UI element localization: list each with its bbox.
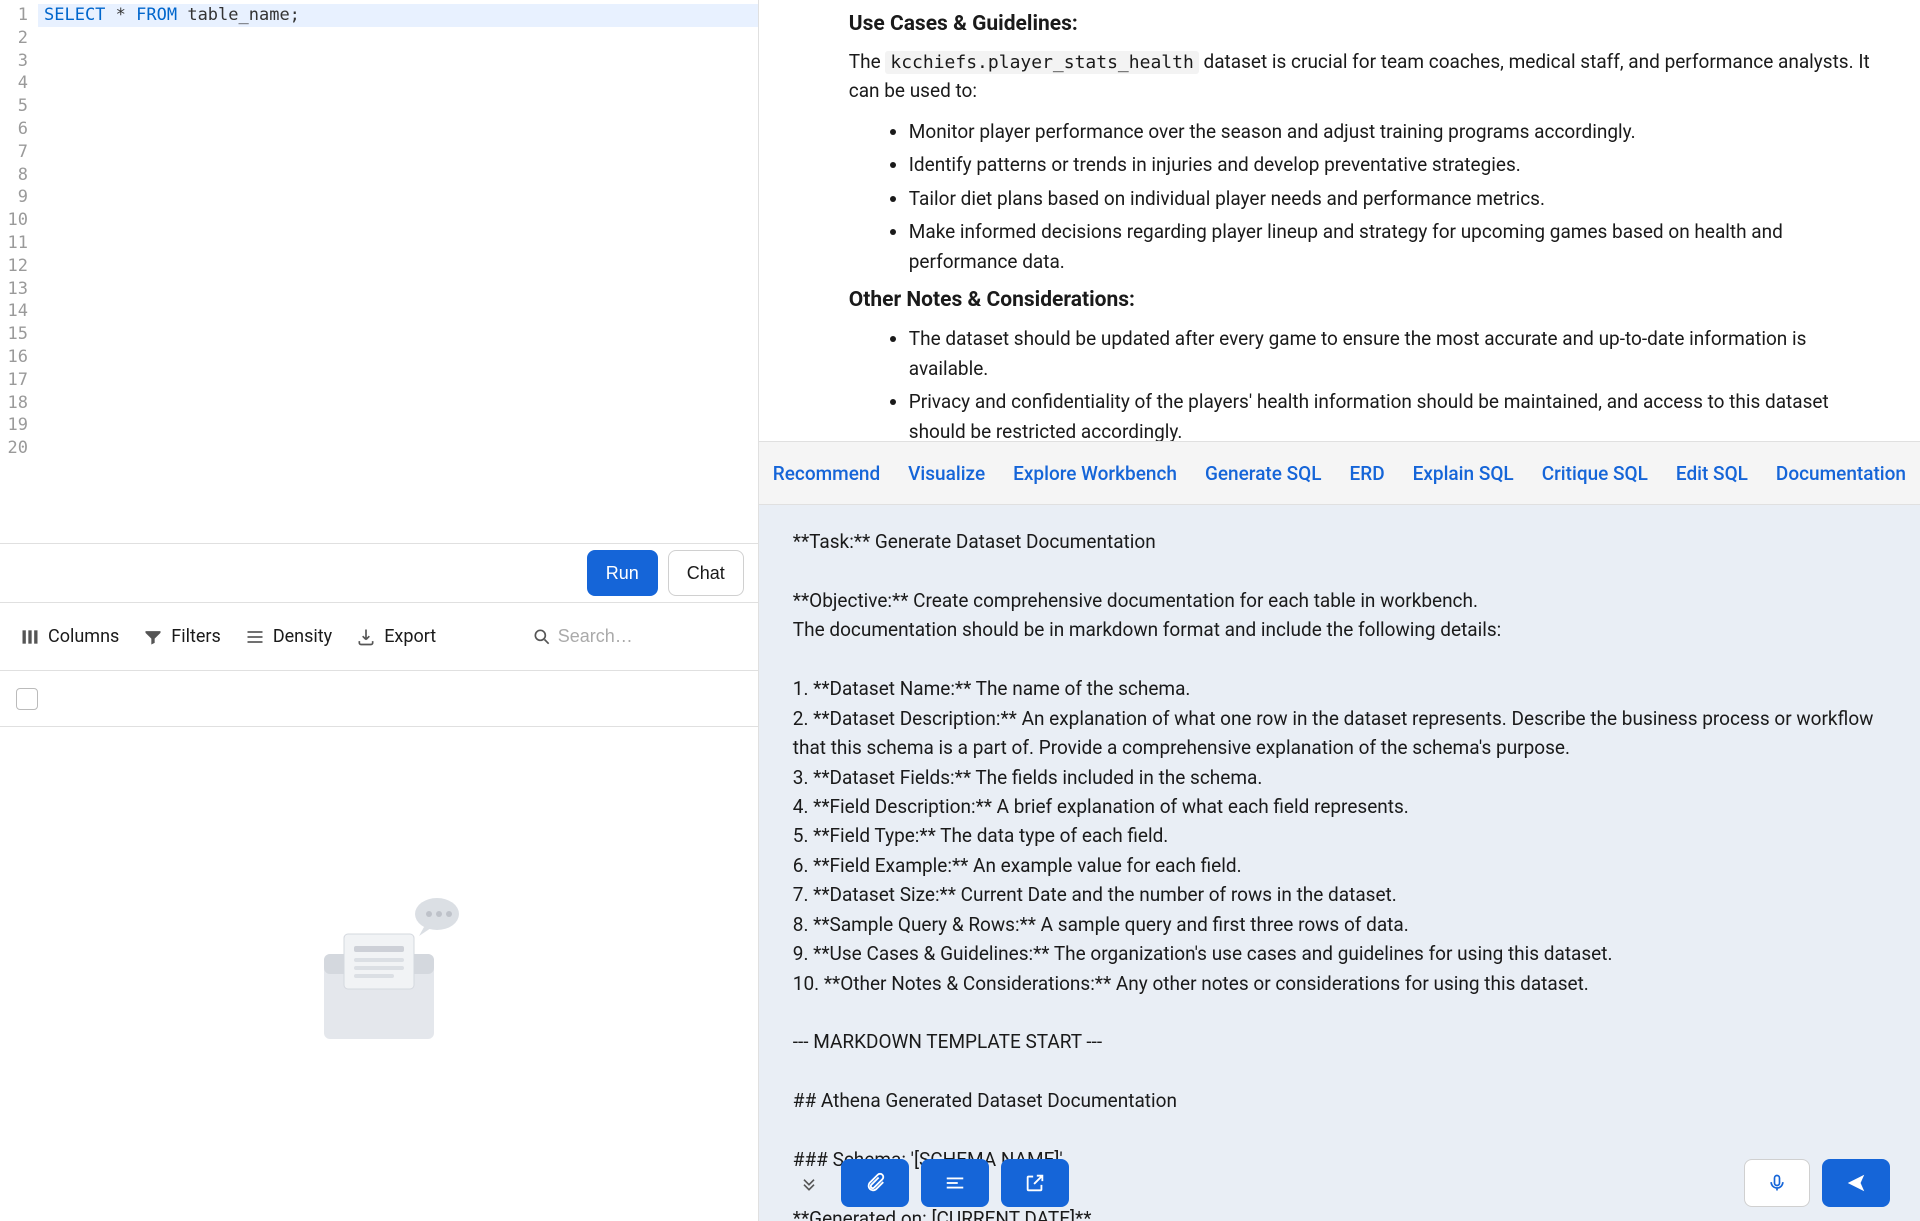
attach-button[interactable] — [841, 1159, 909, 1207]
line-number: 17 — [0, 369, 28, 392]
collapse-button[interactable] — [789, 1159, 829, 1207]
tab-edit-sql[interactable]: Edit SQL — [1676, 462, 1748, 485]
line-number: 6 — [0, 118, 28, 141]
line-number: 2 — [0, 27, 28, 50]
left-panel: 1234567891011121314151617181920 SELECT *… — [0, 0, 759, 1221]
list-item: The dataset should be updated after ever… — [909, 324, 1880, 383]
paperclip-icon — [864, 1172, 886, 1194]
filters-label: Filters — [171, 626, 221, 647]
external-link-icon — [1024, 1172, 1046, 1194]
line-number: 19 — [0, 414, 28, 437]
run-button[interactable]: Run — [587, 550, 658, 596]
chat-message: **Task:** Generate Dataset Documentation… — [793, 527, 1886, 1221]
list-item: Monitor player performance over the seas… — [909, 117, 1880, 146]
columns-button[interactable]: Columns — [20, 626, 119, 647]
documentation-area: Use Cases & Guidelines: The kcchiefs.pla… — [759, 0, 1920, 441]
search-input[interactable] — [558, 626, 738, 647]
tab-critique-sql[interactable]: Critique SQL — [1542, 462, 1648, 485]
select-all-checkbox[interactable] — [16, 688, 38, 710]
export-icon — [356, 627, 376, 647]
line-number: 15 — [0, 323, 28, 346]
line-number: 20 — [0, 437, 28, 460]
code-token: SELECT — [44, 5, 105, 25]
list-item: Privacy and confidentiality of the playe… — [909, 387, 1880, 441]
use-cases-heading: Use Cases & Guidelines: — [799, 12, 1880, 36]
line-number: 4 — [0, 72, 28, 95]
filter-icon — [143, 627, 163, 647]
tab-recommend[interactable]: Recommend — [773, 462, 880, 485]
right-panel: Use Cases & Guidelines: The kcchiefs.pla… — [759, 0, 1920, 1221]
code-token: table_name; — [177, 5, 300, 25]
search-wrap — [532, 626, 738, 647]
empty-illustration — [269, 874, 489, 1074]
tab-documentation[interactable]: Documentation — [1776, 462, 1906, 485]
line-number: 8 — [0, 164, 28, 187]
format-button[interactable] — [921, 1159, 989, 1207]
line-number: 5 — [0, 95, 28, 118]
sql-editor[interactable]: 1234567891011121314151617181920 SELECT *… — [0, 0, 758, 543]
line-gutter: 1234567891011121314151617181920 — [0, 0, 38, 543]
line-number: 18 — [0, 392, 28, 415]
list-item: Identify patterns or trends in injuries … — [909, 150, 1880, 179]
export-label: Export — [384, 626, 436, 647]
open-external-button[interactable] — [1001, 1159, 1069, 1207]
columns-icon — [20, 627, 40, 647]
columns-label: Columns — [48, 626, 119, 647]
line-number: 7 — [0, 141, 28, 164]
search-icon — [532, 627, 552, 647]
line-number: 1 — [0, 4, 28, 27]
code-token: * — [105, 5, 136, 25]
tab-explain-sql[interactable]: Explain SQL — [1413, 462, 1514, 485]
tab-erd[interactable]: ERD — [1350, 462, 1385, 485]
tab-generate-sql[interactable]: Generate SQL — [1205, 462, 1322, 485]
list-item: Tailor diet plans based on individual pl… — [909, 184, 1880, 213]
code-line-1[interactable]: SELECT * FROM table_name; — [38, 4, 758, 27]
table-header-row — [0, 671, 758, 727]
align-left-icon — [944, 1172, 966, 1194]
filters-button[interactable]: Filters — [143, 626, 221, 647]
editor-action-row: Run Chat — [0, 543, 758, 603]
chat-area: **Task:** Generate Dataset Documentation… — [759, 505, 1920, 1221]
export-button[interactable]: Export — [356, 626, 436, 647]
mic-button[interactable] — [1744, 1159, 1810, 1207]
line-number: 9 — [0, 186, 28, 209]
code-token: FROM — [136, 5, 177, 25]
action-tabs-row: Recommend Visualize Explore Workbench Gener… — [759, 441, 1920, 505]
composer-row — [759, 1159, 1920, 1207]
density-button[interactable]: Density — [245, 626, 332, 647]
other-notes-heading: Other Notes & Considerations: — [799, 288, 1880, 312]
density-icon — [245, 627, 265, 647]
line-number: 16 — [0, 346, 28, 369]
send-icon — [1845, 1172, 1867, 1194]
doc-intro-code: kcchiefs.player_stats_health — [885, 51, 1198, 74]
chat-button[interactable]: Chat — [668, 550, 744, 596]
line-number: 10 — [0, 209, 28, 232]
line-number: 13 — [0, 278, 28, 301]
line-number: 11 — [0, 232, 28, 255]
doc-intro-prefix: The — [849, 50, 886, 73]
tab-visualize[interactable]: Visualize — [908, 462, 985, 485]
line-number: 3 — [0, 50, 28, 73]
microphone-icon — [1767, 1173, 1787, 1193]
line-number: 14 — [0, 300, 28, 323]
tab-explore-workbench[interactable]: Explore Workbench — [1013, 462, 1177, 485]
code-area[interactable]: SELECT * FROM table_name; — [38, 0, 758, 543]
empty-state — [0, 727, 758, 1221]
line-number: 12 — [0, 255, 28, 278]
grid-toolbar: Columns Filters Density Export — [0, 603, 758, 671]
density-label: Density — [273, 626, 332, 647]
other-notes-list: The dataset should be updated after ever… — [799, 324, 1880, 441]
use-cases-list: Monitor player performance over the seas… — [799, 117, 1880, 276]
doc-intro: The kcchiefs.player_stats_health dataset… — [799, 48, 1880, 105]
list-item: Make informed decisions regarding player… — [909, 217, 1880, 276]
send-button[interactable] — [1822, 1159, 1890, 1207]
